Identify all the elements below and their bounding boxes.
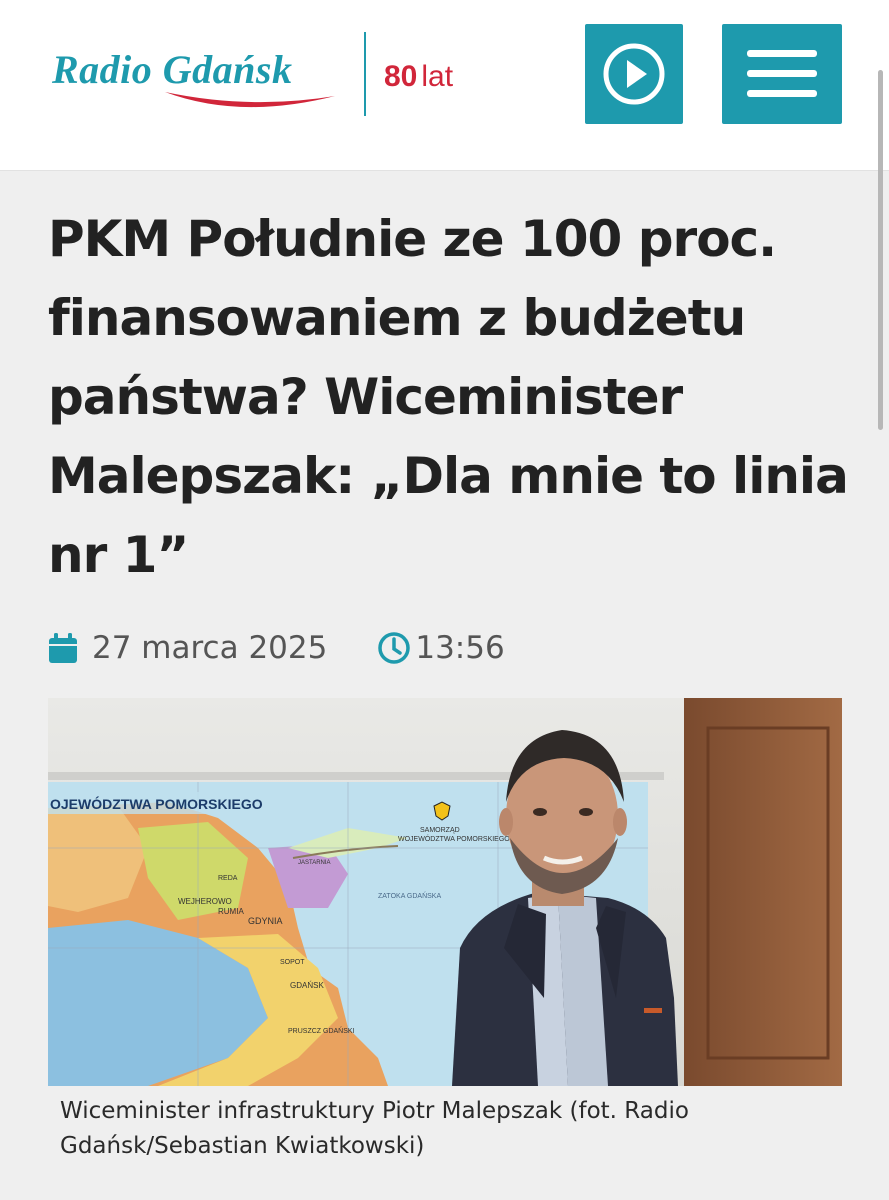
article-date: 27 marca 2025	[92, 630, 328, 666]
play-radio-button[interactable]	[585, 24, 683, 124]
logo-divider	[364, 32, 366, 116]
photo-illustration: OJEWÓDZTWA POMORSKIEGO SAMORZĄD WOJEWÓDZ…	[48, 698, 842, 1086]
calendar-icon	[49, 633, 77, 663]
clock-icon	[378, 632, 411, 664]
hamburger-menu-icon	[747, 50, 817, 97]
map-place-sopot: SOPOT	[280, 959, 305, 966]
article-photo[interactable]: OJEWÓDZTWA POMORSKIEGO SAMORZĄD WOJEWÓDZ…	[48, 698, 842, 1086]
map-seal-line2: WOJEWÓDZTWA POMORSKIEGO	[398, 834, 510, 843]
map-place-gdansk: GDAŃSK	[290, 981, 324, 990]
article-time: 13:56	[415, 630, 505, 666]
anniversary-number: 80	[384, 60, 418, 93]
site-header: Radio Gdańsk 80 lat	[0, 0, 889, 430]
map-place-rumia: RUMIA	[218, 907, 244, 916]
menu-button[interactable]	[722, 24, 842, 124]
map-seal-line1: SAMORZĄD	[420, 827, 460, 834]
anniversary-badge: 80 lat	[384, 60, 453, 94]
map-title-label: OJEWÓDZTWA POMORSKIEGO	[50, 795, 263, 812]
article-meta: 27 marca 2025 13:56	[48, 626, 505, 670]
article-title: PKM Południe ze 100 proc. finansowaniem …	[48, 210, 849, 584]
photo-caption: Wiceminister infrastruktury Piotr Maleps…	[60, 1098, 689, 1159]
page-scrollbar[interactable]	[878, 70, 883, 430]
map-place-zatoka: ZATOKA GDAŃSKA	[378, 891, 441, 900]
map-place-reda: REDA	[218, 875, 238, 882]
map-place-pruszcz: PRUSZCZ GDAŃSKI	[288, 1026, 355, 1035]
map-place-jastarnia: JASTARNIA	[298, 860, 331, 866]
anniversary-word: lat	[421, 60, 454, 93]
logo-swoosh	[165, 92, 335, 108]
map-place-gdynia: GDYNIA	[248, 916, 283, 926]
map-place-wejherowo: WEJHEROWO	[178, 897, 232, 906]
play-circle-icon	[603, 43, 665, 105]
